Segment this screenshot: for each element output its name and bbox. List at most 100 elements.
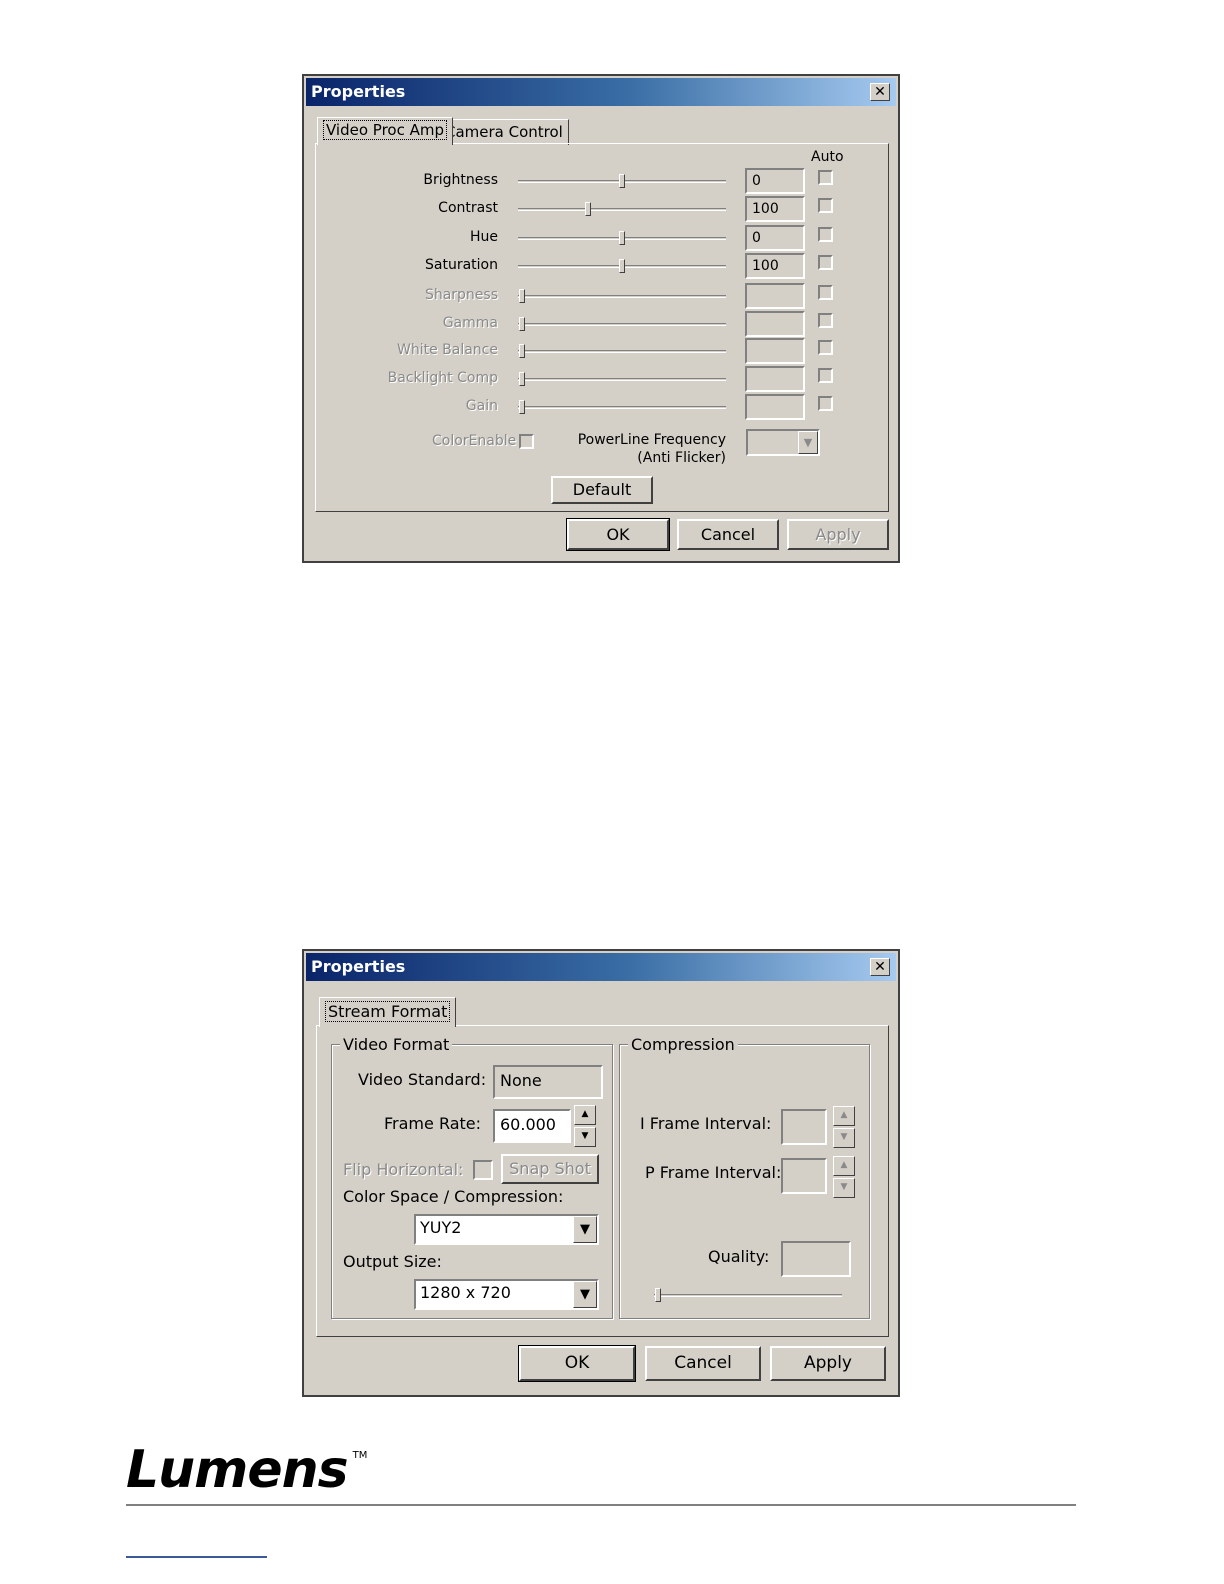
auto-checkbox[interactable] (818, 255, 833, 270)
value-field[interactable]: 0 (745, 225, 805, 251)
p-frame-down-icon[interactable]: ▼ (833, 1178, 855, 1198)
slider-track[interactable] (518, 208, 726, 211)
logo-text: Lumens (126, 1440, 349, 1500)
quality-slider-thumb[interactable] (655, 1288, 661, 1302)
slider-thumb[interactable] (519, 344, 525, 358)
quality-field[interactable] (781, 1241, 851, 1277)
slider-track[interactable] (518, 323, 726, 326)
tab-label: Stream Format (325, 1001, 451, 1022)
auto-checkbox[interactable] (818, 396, 833, 411)
cancel-label: Cancel (674, 1353, 732, 1373)
chevron-down-icon[interactable]: ▼ (573, 1216, 597, 1243)
close-icon[interactable]: ✕ (870, 83, 890, 101)
row-label: White Balance (397, 342, 498, 358)
close-icon[interactable]: ✕ (870, 958, 890, 976)
slider-thumb[interactable] (619, 259, 625, 273)
tab-stream-format[interactable]: Stream Format (319, 997, 457, 1027)
output-size-label: Output Size: (343, 1252, 442, 1271)
tab-video-proc-amp[interactable]: Video Proc Amp (317, 117, 454, 145)
cancel-button[interactable]: Cancel (677, 519, 779, 550)
row-label: Saturation (425, 257, 498, 273)
snap-shot-button[interactable]: Snap Shot (501, 1154, 599, 1184)
apply-label: Apply (804, 1353, 852, 1373)
apply-button[interactable]: Apply (787, 519, 889, 550)
slider-thumb[interactable] (519, 317, 525, 331)
slider-thumb[interactable] (519, 372, 525, 386)
powerline-label-line1: PowerLine Frequency (577, 432, 726, 448)
apply-label: Apply (815, 525, 861, 544)
value-field[interactable] (745, 283, 805, 309)
cancel-button[interactable]: Cancel (645, 1346, 761, 1381)
color-enable-checkbox[interactable] (519, 434, 534, 449)
video-standard-label: Video Standard: (358, 1070, 487, 1089)
properties-dialog-stream-format: Properties ✕ Stream Format Video Format … (302, 949, 900, 1397)
ok-button[interactable]: OK (566, 518, 670, 551)
output-size-select[interactable]: 1280 x 720 ▼ (414, 1279, 599, 1310)
slider-thumb[interactable] (519, 289, 525, 303)
p-frame-interval-field[interactable] (781, 1158, 827, 1194)
slider-thumb[interactable] (585, 202, 591, 216)
row-label: Hue (469, 229, 498, 245)
auto-checkbox[interactable] (818, 198, 833, 213)
auto-checkbox[interactable] (818, 313, 833, 328)
quality-label: Quality: (708, 1247, 770, 1266)
value-field[interactable] (745, 394, 805, 420)
row-label: Brightness (423, 172, 498, 188)
p-frame-interval-label: P Frame Interval: (645, 1163, 782, 1182)
dialog-title: Properties (311, 82, 406, 101)
powerline-frequency-select[interactable]: ▼ (746, 429, 820, 456)
auto-checkbox[interactable] (818, 368, 833, 383)
apply-button[interactable]: Apply (770, 1346, 886, 1381)
ok-label: OK (606, 525, 630, 544)
value-field[interactable] (745, 366, 805, 392)
slider-track[interactable] (518, 378, 726, 381)
slider-thumb[interactable] (619, 231, 625, 245)
value-field[interactable] (745, 338, 805, 364)
color-space-label: Color Space / Compression: (343, 1187, 564, 1206)
auto-checkbox[interactable] (818, 227, 833, 242)
slider-track[interactable] (518, 406, 726, 409)
slider-track[interactable] (518, 295, 726, 298)
auto-checkbox[interactable] (818, 340, 833, 355)
auto-checkbox[interactable] (818, 285, 833, 300)
i-frame-interval-field[interactable] (781, 1109, 827, 1145)
value-field[interactable] (745, 311, 805, 337)
flip-horizontal-checkbox[interactable] (473, 1160, 493, 1180)
properties-dialog-video-proc-amp: Properties ✕ Video Proc Amp Camera Contr… (302, 74, 900, 563)
flip-horizontal-label: Flip Horizontal: (343, 1160, 464, 1179)
p-frame-up-icon[interactable]: ▲ (833, 1156, 855, 1176)
value-field[interactable]: 100 (745, 196, 805, 222)
row-label: Backlight Comp (387, 370, 498, 386)
chevron-down-icon[interactable]: ▼ (798, 431, 818, 454)
video-format-title: Video Format (340, 1035, 453, 1054)
video-standard-field[interactable]: None (493, 1065, 603, 1099)
trademark: TM (352, 1450, 368, 1461)
slider-track[interactable] (518, 350, 726, 353)
color-enable-label: ColorEnable (432, 433, 517, 449)
default-button[interactable]: Default (551, 476, 653, 504)
auto-checkbox[interactable] (818, 170, 833, 185)
i-frame-interval-label: I Frame Interval: (640, 1114, 772, 1133)
slider-thumb[interactable] (519, 400, 525, 414)
ok-label: OK (564, 1353, 590, 1373)
quality-slider-track[interactable] (654, 1294, 842, 1297)
color-space-select[interactable]: YUY2 ▼ (414, 1214, 599, 1245)
slider-thumb[interactable] (619, 174, 625, 188)
value-field[interactable]: 100 (745, 253, 805, 279)
dialog-title: Properties (311, 957, 406, 976)
frame-rate-label: Frame Rate: (384, 1114, 482, 1133)
chevron-down-icon[interactable]: ▼ (573, 1281, 597, 1308)
frame-rate-down-icon[interactable]: ▼ (574, 1127, 596, 1147)
frame-rate-field[interactable]: 60.000 (493, 1109, 571, 1143)
i-frame-down-icon[interactable]: ▼ (833, 1128, 855, 1148)
row-label: Gamma (442, 315, 498, 331)
tab-label: Camera Control (445, 123, 563, 141)
output-size-value: 1280 x 720 (420, 1283, 511, 1302)
frame-rate-up-icon[interactable]: ▲ (574, 1105, 596, 1125)
i-frame-up-icon[interactable]: ▲ (833, 1106, 855, 1126)
tab-camera-control[interactable]: Camera Control (439, 119, 569, 145)
ok-button[interactable]: OK (518, 1345, 636, 1382)
default-button-label: Default (572, 480, 632, 499)
footer-rule (126, 1504, 1076, 1506)
value-field[interactable]: 0 (745, 168, 805, 194)
